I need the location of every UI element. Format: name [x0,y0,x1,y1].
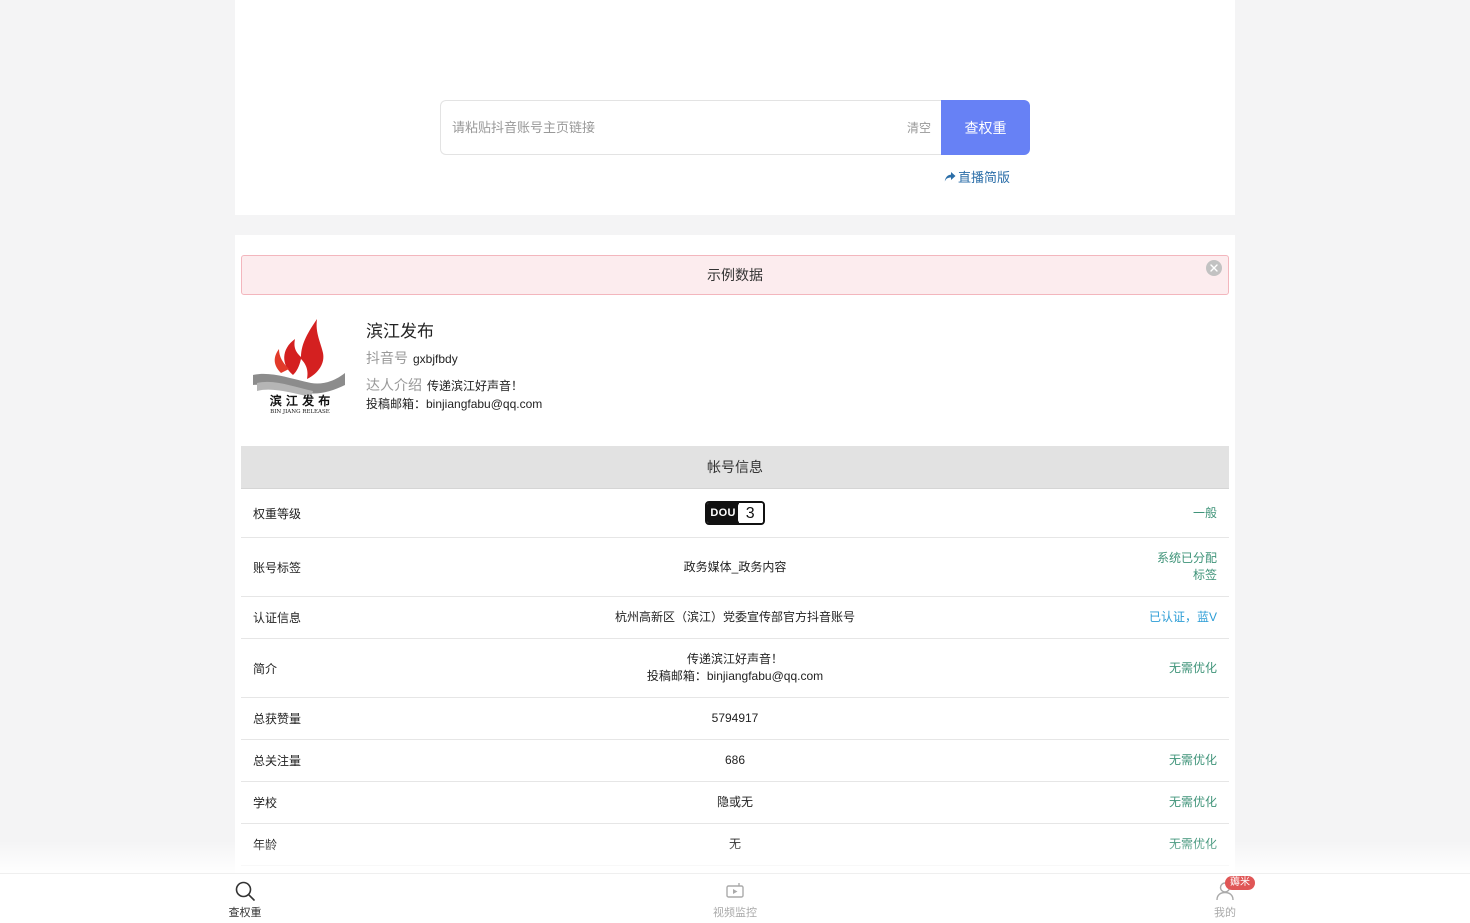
sample-data-text: 示例数据 [707,267,763,283]
table-row: 账号标签 政务媒体_政务内容 系统已分配 标签 [241,538,1229,597]
avatar: 滨 江 发 布 BIN JIANG RELEASE [251,313,349,417]
intro-email: 投稿邮箱：binjiangfabu@qq.com [366,397,543,411]
row-value-line2: 投稿邮箱：binjiangfabu@qq.com [646,669,824,683]
tab-label: 我的 [1214,907,1236,919]
row-status-line1: 系统已分配 [1156,551,1217,565]
intro-label: 达人介绍 [366,377,422,393]
logo-text-en: BIN JIANG RELEASE [270,409,330,415]
row-label: 总获赞量 [253,712,302,726]
row-status: 已认证，蓝V [1148,610,1217,624]
row-status: 无需优化 [1168,660,1217,675]
search-bar: 清空 查权重 [440,100,1030,155]
video-monitor-icon [726,883,744,898]
row-status: 无需优化 [1168,837,1217,851]
dou-badge-text: DOU [707,503,739,523]
account-info-table: 帐号信息 权重等级 DOU 3 一般 账号标签 政务媒体_政务内容 系统已分配 … [241,446,1229,866]
clear-button[interactable]: 清空 [907,119,931,136]
row-label: 认证信息 [253,611,302,625]
tab-query-weight[interactable]: 查权重 [225,880,265,920]
live-simple-link[interactable]: 直播简版 [944,167,1010,186]
dou-badge-level: 3 [737,503,763,523]
bottom-tab-bar: 查权重 视频监控 我的 薅米 [0,873,1470,923]
row-value: 政务媒体_政务内容 [683,559,787,574]
logo-text-cn: 滨 江 发 布 [270,393,331,408]
table-row: 权重等级 DOU 3 一般 [241,489,1229,538]
douyin-id-line: 抖音号 gxbjfbdy [366,348,458,368]
tab-label: 视频监控 [713,907,757,919]
row-label: 学校 [253,796,278,810]
search-input[interactable] [452,120,907,135]
sample-data-banner: 示例数据 [241,255,1229,295]
row-label: 总关注量 [253,754,302,768]
search-box: 清空 [440,100,941,155]
intro-text: 传递滨江好声音！ [427,379,524,393]
douyin-id-label: 抖音号 [366,350,408,366]
table-row: 简介 传递滨江好声音！ 投稿邮箱：binjiangfabu@qq.com 无需优… [241,639,1229,698]
row-value: 传递滨江好声音！ 投稿邮箱：binjiangfabu@qq.com [453,651,1017,685]
row-value: 5794917 [711,711,759,725]
table-row: 总关注量 686 无需优化 [241,740,1229,782]
douyin-id-value: gxbjfbdy [413,352,458,366]
intro-line: 达人介绍 传递滨江好声音！ [366,375,523,395]
share-arrow-icon [944,171,956,181]
row-value: 686 [724,753,746,767]
promo-badge: 薅米 [1225,876,1255,890]
row-value: DOU 3 [453,501,1017,525]
row-value: 隐或无 [716,795,753,809]
row-label: 权重等级 [253,506,302,521]
row-status: 无需优化 [1168,753,1217,767]
row-status-line2: 标签 [1192,568,1217,582]
tab-video-monitor[interactable]: 视频监控 [708,880,762,920]
close-icon [1210,264,1218,272]
search-icon [235,881,255,901]
row-status: 系统已分配 标签 [1017,550,1217,584]
table-row: 学校 隐或无 无需优化 [241,782,1229,824]
live-simple-link-label: 直播简版 [958,170,1011,185]
row-status: 一般 [1192,505,1217,520]
tab-label: 查权重 [228,907,262,919]
row-value: 无 [728,837,741,851]
table-row: 总获赞量 5794917 [241,698,1229,740]
row-label: 年龄 [253,838,278,852]
dou-level-badge: DOU 3 [705,501,765,525]
table-header: 帐号信息 [241,446,1229,489]
result-card: 示例数据 滨 江 发 布 BIN JIANG RELEASE 滨江发布 抖音号 g… [235,235,1235,923]
row-status: 无需优化 [1168,795,1217,809]
profile-name: 滨江发布 [366,322,434,341]
table-row: 认证信息 杭州高新区（滨江）党委宣传部官方抖音账号 已认证，蓝V [241,597,1229,639]
row-value-line1: 传递滨江好声音！ [686,652,783,666]
row-label: 账号标签 [253,560,302,575]
table-row: 年龄 无 无需优化 [241,824,1229,866]
profile-section: 滨 江 发 布 BIN JIANG RELEASE 滨江发布 抖音号 gxbjfb… [251,313,1211,423]
row-label: 简介 [253,661,278,676]
query-weight-button[interactable]: 查权重 [941,100,1030,155]
banner-close-button[interactable] [1206,260,1222,276]
row-value: 杭州高新区（滨江）党委宣传部官方抖音账号 [614,610,855,624]
